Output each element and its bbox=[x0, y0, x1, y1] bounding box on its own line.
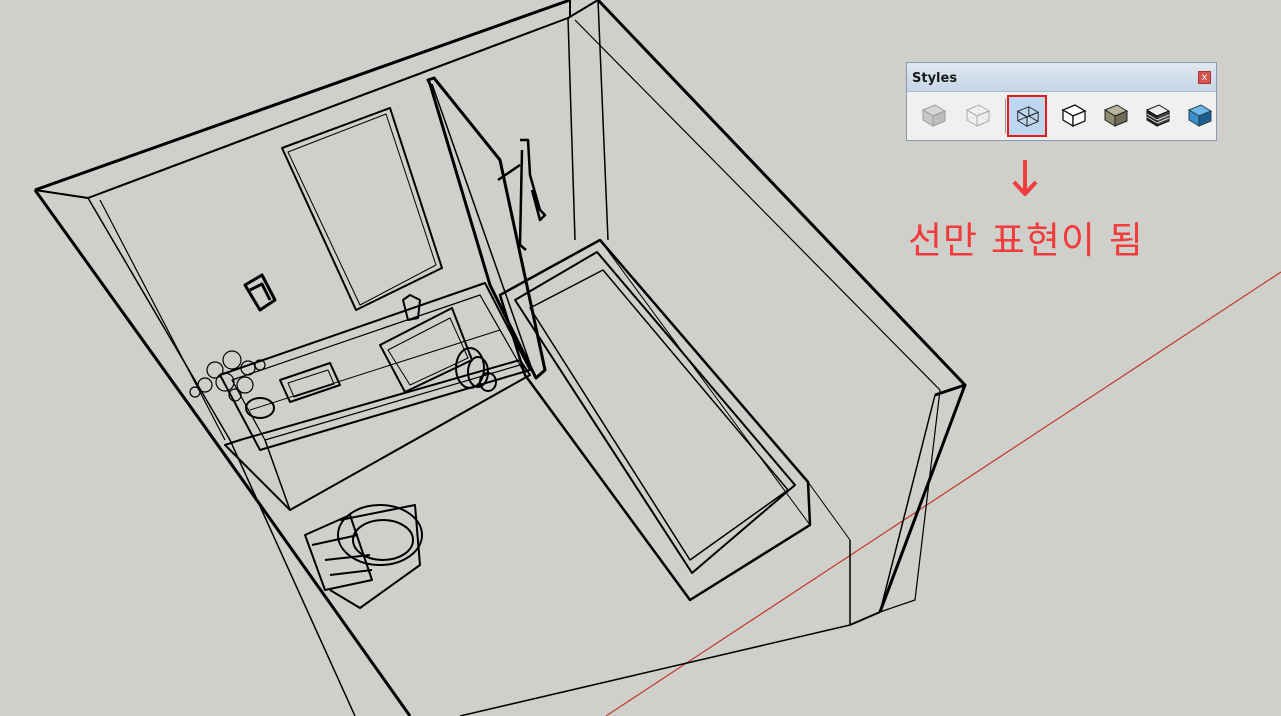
styles-panel: Styles x bbox=[906, 62, 1217, 141]
shaded-style-icon bbox=[1103, 104, 1129, 127]
shaded-with-textures-style-icon bbox=[1145, 104, 1171, 127]
shaded-style-button[interactable] bbox=[1095, 95, 1135, 137]
xray-style-button[interactable] bbox=[913, 95, 953, 137]
annotation-arrow-icon bbox=[1012, 160, 1038, 196]
styles-title: Styles bbox=[912, 71, 958, 86]
hidden-line-style-button[interactable] bbox=[1053, 95, 1093, 137]
styles-titlebar[interactable]: Styles x bbox=[907, 63, 1216, 92]
back-edges-style-button[interactable] bbox=[957, 95, 997, 137]
hidden-line-style-icon bbox=[1061, 104, 1087, 128]
bathroom-wireframe-model[interactable] bbox=[33, 0, 967, 716]
monochrome-style-icon bbox=[1187, 104, 1213, 127]
outer-wall-corner bbox=[878, 384, 967, 613]
button-separator bbox=[1005, 99, 1006, 133]
red-axis-line bbox=[605, 271, 1281, 716]
mirror bbox=[281, 107, 443, 311]
xray-style-icon bbox=[921, 104, 947, 127]
wireframe-style-button[interactable] bbox=[1007, 95, 1047, 137]
outer-wall-front bbox=[33, 189, 412, 716]
close-button[interactable]: x bbox=[1198, 71, 1211, 84]
annotation-text: 선만 표현이 됨 bbox=[908, 219, 1144, 262]
bathtub bbox=[498, 238, 812, 602]
towel-holder bbox=[243, 273, 277, 312]
outer-wall-right bbox=[596, 0, 967, 397]
monochrome-style-button[interactable] bbox=[1179, 95, 1219, 137]
shower-fixture bbox=[497, 138, 547, 251]
wireframe-style-icon bbox=[1016, 106, 1040, 128]
shaded-with-textures-style-button[interactable] bbox=[1137, 95, 1177, 137]
outer-wall-left bbox=[34, 0, 571, 192]
back-edges-style-icon bbox=[965, 104, 991, 127]
outer-wall-bottom bbox=[849, 611, 881, 626]
